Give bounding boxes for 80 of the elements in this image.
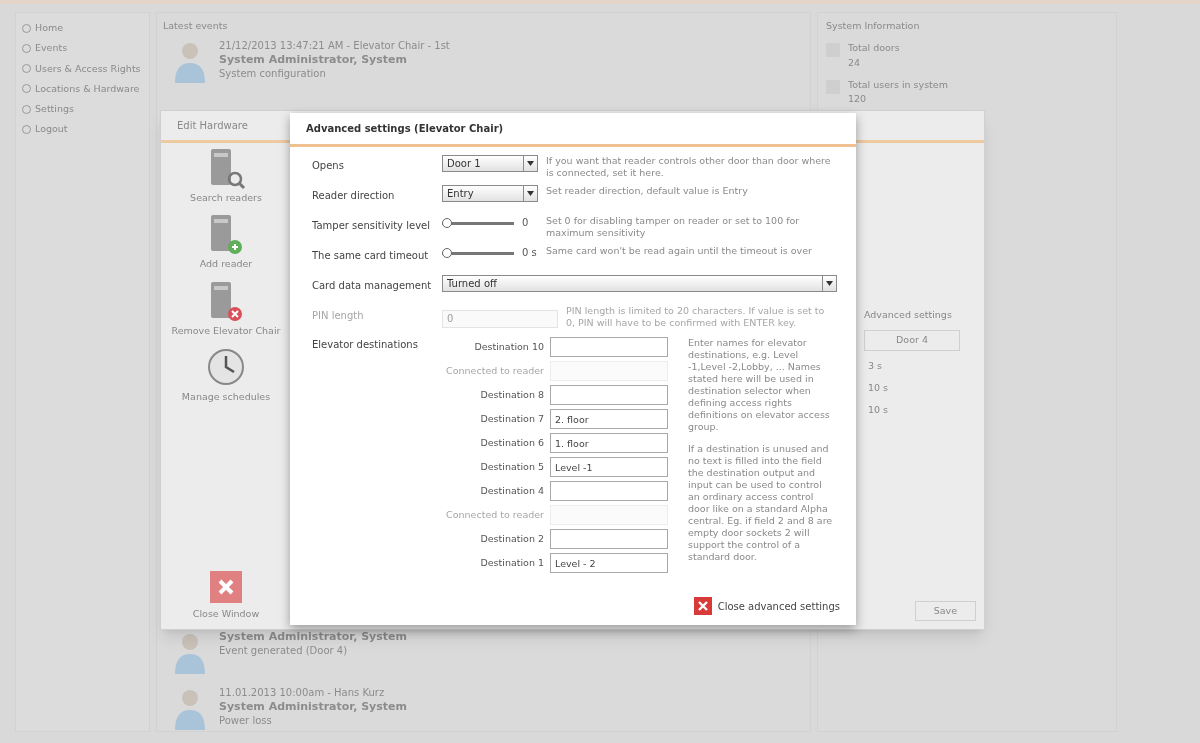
tool-button[interactable]: Manage schedules [181,345,271,404]
close-icon [210,570,242,603]
setting-help-text: Set 0 for disabling tamper on reader or set to 100 for maximum sensitivity [546,215,801,239]
stat-label: Total users in system [848,77,948,92]
event-time: 11.01.2013 10:00am - Hans Kurz [219,686,386,701]
slider-value: 0 [522,216,529,230]
close-advanced-settings-button[interactable]: Close advanced settings [693,597,840,615]
setting-label: Reader direction [312,189,396,203]
destination-label: Destination 6 [480,435,544,450]
setting-label: Tamper sensitivity level [312,219,431,233]
slider-value: 0 s [522,246,537,260]
setting-help-text: Set reader direction, default value is Entry [546,185,748,197]
door-tab[interactable]: Door 4 [864,330,960,351]
time-value: 3 s [867,358,883,373]
time-value: 10 s [867,403,890,417]
panel-title: System Information [826,19,921,33]
nav-label: Events [35,41,68,56]
dropdown-arrow-icon [523,186,537,201]
time-value: 10 s [867,380,890,395]
slider-track[interactable] [442,247,514,258]
destination-field[interactable]: 2. floor [550,409,668,429]
destination-label: Destination 7 [480,411,544,426]
destination-field[interactable] [550,385,668,405]
tool-button[interactable]: Search readers [190,147,262,206]
stat-value: 120 [848,92,868,106]
dropdown-arrow-icon [523,156,537,171]
destination-field[interactable] [550,337,668,357]
destination-field[interactable]: Level - 2 [550,553,668,573]
advanced-settings-button[interactable]: Advanced settings [864,308,976,323]
destination-label: Connected to reader [446,507,544,522]
destination-field[interactable] [550,529,668,549]
setting-label: Elevator destinations [312,338,419,352]
setting-help-text: PIN length is limited to 20 characters. If value is set to 0, PIN will have to be confirmed with ENTER key. [566,305,826,329]
destination-label: Destination 5 [480,459,544,474]
nav-label: Users & Access Rights [35,61,141,76]
dropdown[interactable]: Turned off [442,275,837,292]
slider-track[interactable] [442,217,514,228]
event-user: System Administrator, System [219,630,407,645]
destination-label: Destination 1 [480,555,544,570]
tool-button[interactable]: Remove Elevator Chair [171,279,281,338]
destination-field[interactable] [550,481,668,501]
nav-label: Locations & Hardware [35,81,140,96]
event-user: System Administrator, System [219,700,407,715]
nav-label: Settings [35,102,74,116]
tool-button[interactable]: Add reader [199,213,253,272]
stat-value: 24 [848,55,862,70]
event-text: Power loss [219,714,273,729]
destination-label: Destination 4 [480,483,544,498]
setting-help-text: If you want that reader controls other door than door where is connected, set it here. [546,155,832,179]
setting-label: PIN length [312,309,365,323]
setting-label: Card data management [312,279,433,293]
dropdown[interactable]: Door 1 [442,155,538,172]
event-user: System Administrator, System [219,53,408,68]
destination-field[interactable]: 1. floor [550,433,668,453]
setting-help-text: Same card won't be read again until the timeout is over [546,245,812,257]
dialog-title: Advanced settings (Elevator Chair) [306,122,504,136]
dropdown[interactable]: Entry [442,185,538,202]
nav-label: Logout [35,122,68,137]
stat-label: Total doors [848,41,900,56]
destinations-help-text: Enter names for elevator destinations, e.g. Level -1,Level -2,Lobby, ... Names stated here will be used in destination selector when defining access rights definitions on elevator access group. [688,337,831,433]
destinations-help-text: If a destination is unused and no text is filled into the field the destination output and input can be used to control an ordinary access control door like on a standard Alpha central. Eg. if field 2 and 8 are empty door sockets 2 will support the control of a standard door. [688,443,834,563]
panel-title: Latest events [163,19,229,33]
destination-label: Destination 10 [474,339,544,354]
slider-thumb[interactable] [442,247,452,258]
event-time: 21/12/2013 13:47:21 AM - Elevator Chair - 1st [219,39,450,54]
destination-label: Destination 2 [480,531,544,546]
event-text: Event generated (Door 4) [219,644,349,659]
window-title: Edit Hardware [177,119,248,133]
setting-label: Opens [312,159,345,173]
destination-label: Connected to reader [446,363,544,378]
dropdown-arrow-icon [822,276,836,291]
slider-thumb[interactable] [442,217,452,228]
close-window-button[interactable]: Close Window [192,570,260,621]
setting-label: The same card timeout [312,249,430,263]
close-icon [693,597,712,615]
nav-label: Home [35,21,64,35]
destination-label: Destination 8 [480,387,544,402]
destination-field[interactable]: Level -1 [550,457,668,477]
save-button[interactable]: Save [914,600,976,621]
event-text: System configuration [219,67,327,82]
